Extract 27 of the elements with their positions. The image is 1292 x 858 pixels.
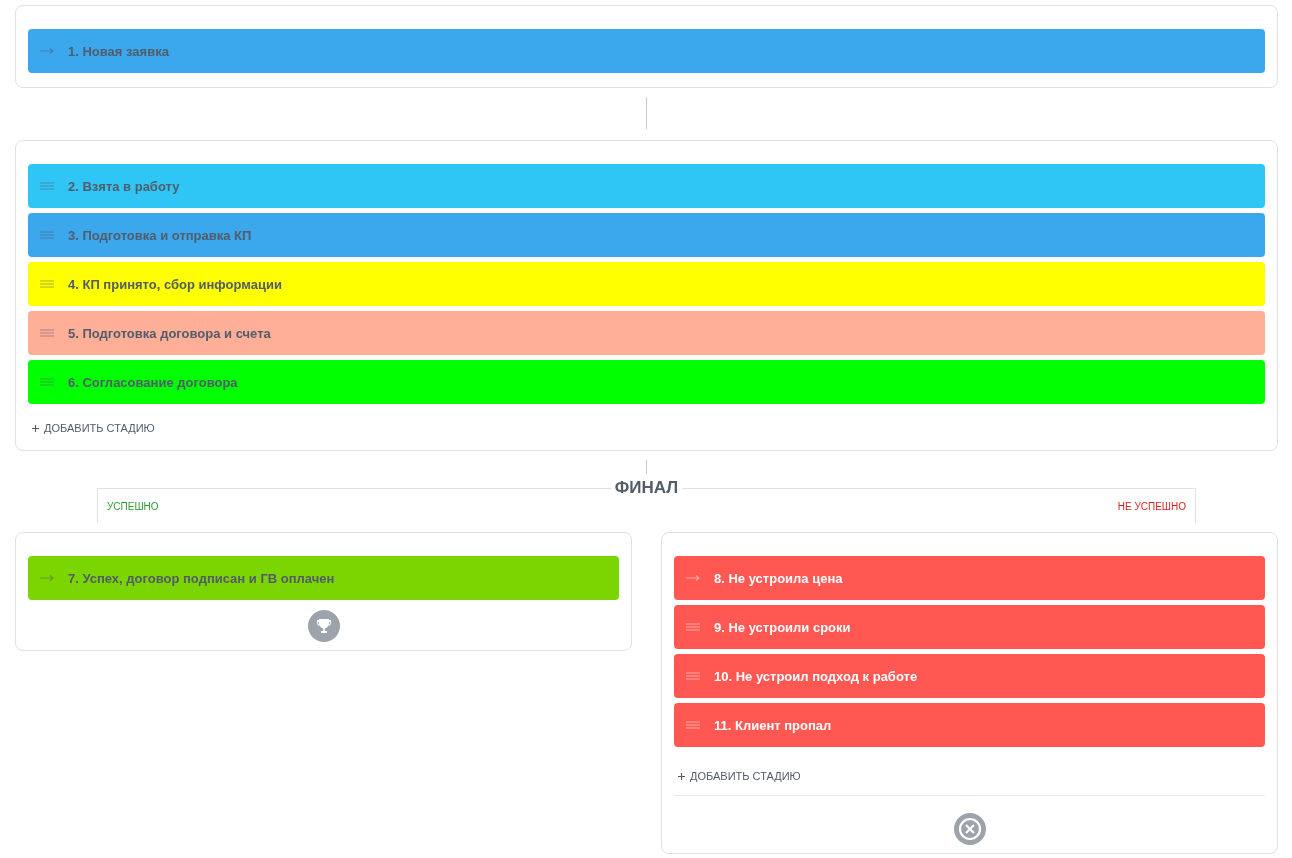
stage-bar[interactable]: 4. КП принято, сбор информации xyxy=(28,262,1265,306)
stage-bar[interactable]: 2. Взята в работу xyxy=(28,164,1265,208)
stage-bar[interactable]: 5. Подготовка договора и счета xyxy=(28,311,1265,355)
stage-bar[interactable]: 1. Новая заявка xyxy=(28,29,1265,73)
stage-bar[interactable]: 6. Согласование договора xyxy=(28,360,1265,404)
drag-handle-icon[interactable] xyxy=(40,182,54,190)
stage-bar[interactable]: 11. Клиент пропал xyxy=(674,703,1265,747)
drag-handle-icon[interactable] xyxy=(40,231,54,239)
stage-bar[interactable]: 3. Подготовка и отправка КП xyxy=(28,213,1265,257)
trophy-icon xyxy=(307,610,340,642)
stage-bar[interactable]: 9. Не устроили сроки xyxy=(674,605,1265,649)
plus-icon xyxy=(32,424,39,432)
add-stage-button[interactable]: ДОБАВИТЬ СТАДИЮ xyxy=(678,770,801,782)
plus-icon xyxy=(678,772,685,780)
failure-label: НЕ УСПЕШНО xyxy=(1117,500,1186,512)
add-stage-button[interactable]: ДОБАВИТЬ СТАДИЮ xyxy=(32,422,155,434)
arrow-icon xyxy=(686,575,700,581)
success-label: УСПЕШНО xyxy=(107,500,159,512)
close-icon xyxy=(953,813,986,845)
stage-bar[interactable]: 8. Не устроила цена xyxy=(674,556,1265,600)
arrow-icon xyxy=(40,48,54,54)
drag-handle-icon[interactable] xyxy=(40,329,54,337)
drag-handle-icon[interactable] xyxy=(40,378,54,386)
drag-handle-icon[interactable] xyxy=(40,280,54,288)
stage-bar[interactable]: 10. Не устроил подход к работе xyxy=(674,654,1265,698)
stage-bar[interactable]: 7. Успех, договор подписан и ГВ оплачен xyxy=(28,556,619,600)
arrow-icon xyxy=(40,575,54,581)
